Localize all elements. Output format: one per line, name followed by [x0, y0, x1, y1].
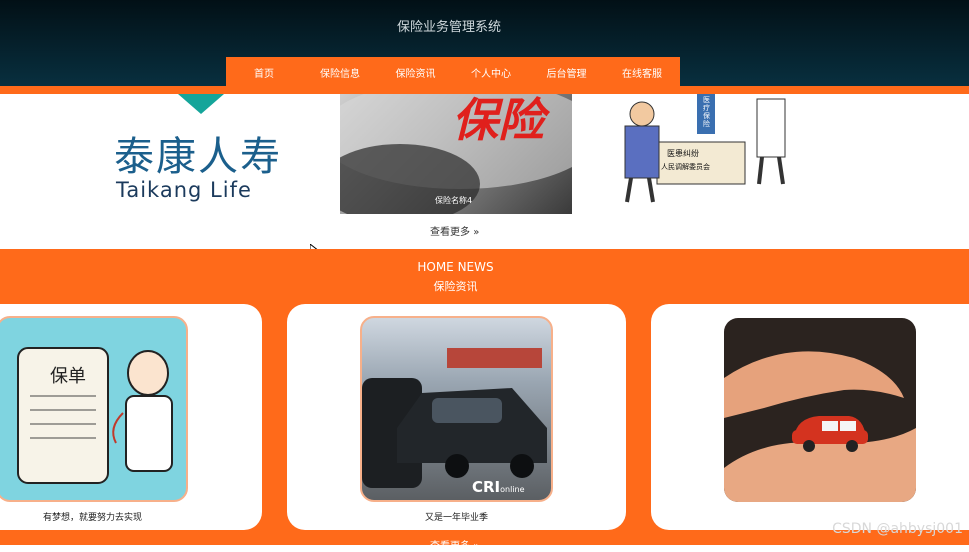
nav-item-home[interactable]: 首页: [226, 65, 302, 80]
double-chevron-right-icon: »: [473, 227, 479, 238]
see-more-link-top[interactable]: 查看更多 »: [430, 223, 479, 238]
logo-text-cn: 泰康人寿: [114, 124, 282, 182]
insurance-banner-image[interactable]: 保险 保险名称4: [340, 94, 572, 214]
see-more-label: 查看更多: [430, 227, 470, 238]
medical-dispute-cartoon-image[interactable]: 医疗保险 医患纠纷 人民调解委员会 保险名称2: [597, 94, 803, 214]
cri-logo-suffix: online: [500, 485, 524, 494]
car-accident-photo: [362, 318, 551, 500]
nav-item-insurance-info[interactable]: 保险信息: [302, 65, 378, 80]
poster-sign-top: 医疗保险: [703, 96, 711, 128]
poster-sign-mid: 医患纠纷: [667, 148, 699, 159]
double-chevron-right-icon: »: [473, 541, 479, 552]
policy-scroll-text: 保单: [50, 362, 86, 388]
nav-item-insurance-news[interactable]: 保险资讯: [378, 65, 453, 80]
nav-item-online-service[interactable]: 在线客服: [604, 65, 680, 80]
site-title: 保险业务管理系统: [0, 16, 898, 35]
nav-item-admin[interactable]: 后台管理: [529, 65, 604, 80]
cri-logo-text: CRI: [472, 478, 500, 496]
hands-protecting-car-photo: [724, 318, 916, 502]
news-title-cn: 保险资讯: [0, 278, 911, 294]
caption-insurance-4: 保险名称4: [435, 195, 472, 206]
logo-text-en: Taikang Life: [116, 178, 252, 202]
news-card-image: CRIonline: [360, 316, 553, 502]
news-card[interactable]: 保单 有梦想，就要努力去实现: [0, 304, 262, 530]
news-card-image: 保单: [0, 316, 188, 502]
nav-item-personal-center[interactable]: 个人中心: [453, 65, 529, 80]
news-card-caption: 又是一年毕业季: [425, 510, 488, 523]
insurance-policy-cartoon: [0, 318, 186, 500]
main-nav: 首页 保险信息 保险资讯 个人中心 后台管理 在线客服: [226, 57, 680, 88]
news-title-en: HOME NEWS: [0, 260, 911, 274]
cri-watermark-logo: CRIonline: [472, 478, 525, 496]
news-card[interactable]: CRIonline 又是一年毕业季: [287, 304, 626, 530]
news-card[interactable]: [651, 304, 969, 530]
header-accent-stripe: [0, 86, 969, 94]
news-card-image: [724, 318, 916, 502]
csdn-watermark: CSDN @ahbysj001: [832, 521, 963, 537]
see-more-label: 查看更多: [430, 541, 470, 552]
banner-text: 保险: [452, 94, 544, 150]
taikang-logo-image[interactable]: 泰康人寿 Taikang Life: [72, 94, 340, 214]
news-card-caption: 有梦想，就要努力去实现: [43, 510, 142, 523]
caption-insurance-2: 保险名称2: [685, 195, 722, 206]
poster-sign-bottom: 人民调解委员会: [661, 162, 710, 172]
